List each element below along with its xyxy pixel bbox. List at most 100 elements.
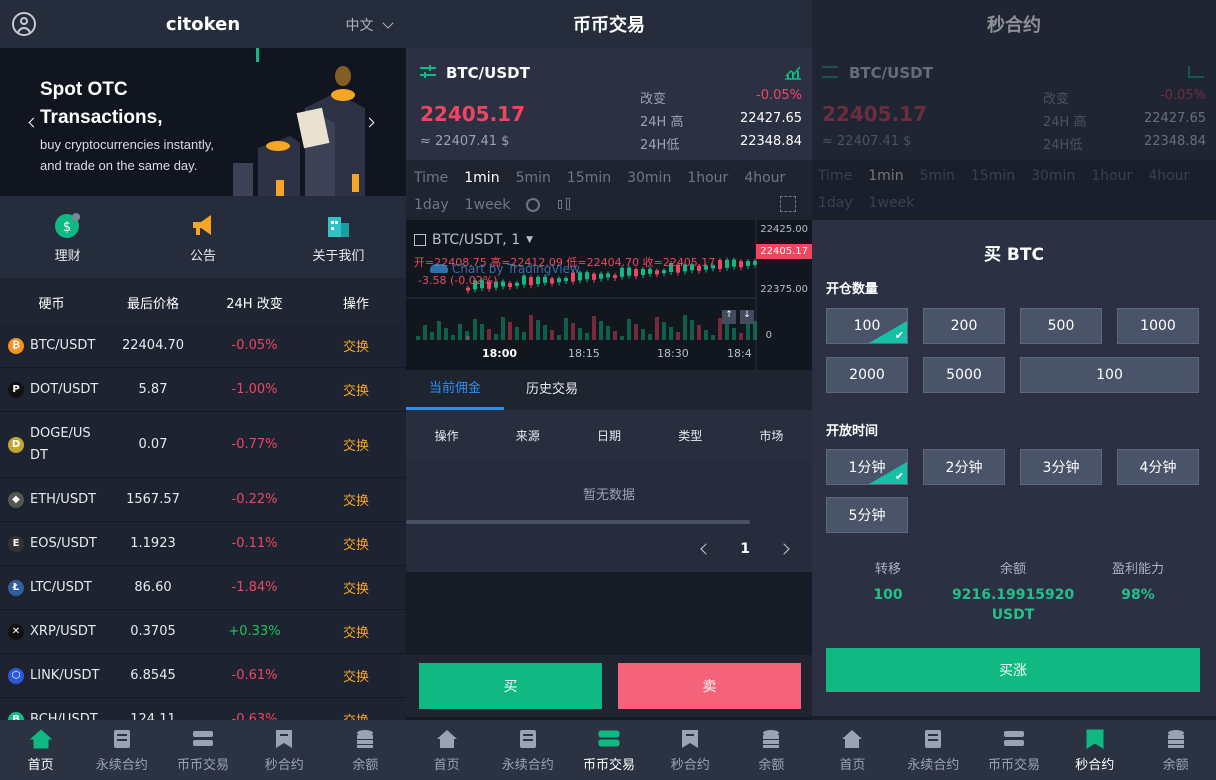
- nav-item-4[interactable]: 余额: [325, 720, 406, 780]
- table-row[interactable]: ◆ ETH/USDT 1567.57 -0.22% 交换: [0, 478, 406, 522]
- time-option[interactable]: 4分钟: [1117, 449, 1199, 485]
- tf-5min[interactable]: 5min: [516, 170, 551, 186]
- coin-pair: ETH/USDT: [30, 492, 97, 507]
- table-row[interactable]: Ł LTC/USDT 86.60 -1.84% 交换: [0, 566, 406, 610]
- next-page-icon[interactable]: [778, 543, 790, 555]
- nav-item-4[interactable]: 余额: [731, 720, 812, 780]
- tf-4hour[interactable]: 4hour: [744, 170, 785, 186]
- sliders-icon: [822, 66, 838, 78]
- tf-1hour[interactable]: 1hour: [687, 170, 728, 186]
- x-tick: 18:4: [727, 347, 752, 360]
- quantity-label: 开仓数量: [826, 282, 879, 297]
- table-row[interactable]: ⬡ LINK/USDT 6.8545 -0.61% 交换: [0, 654, 406, 698]
- nav-item-3[interactable]: 秒合约: [650, 720, 731, 780]
- promo-banner[interactable]: Spot OTC Transactions, buy cryptocurrenc…: [0, 48, 406, 196]
- trade-actions: 买 卖: [406, 655, 812, 717]
- coin-icon: Ł: [8, 579, 24, 596]
- swap-link[interactable]: 交换: [306, 534, 406, 553]
- home-panel: citoken 中文 Spot OTC Transactions, buy cr…: [0, 0, 406, 780]
- time-option[interactable]: 5分钟: [826, 497, 908, 533]
- nav-item-0[interactable]: 首页: [0, 720, 81, 780]
- tf-1week[interactable]: 1week: [465, 197, 511, 213]
- pair-title[interactable]: BTC/USDT: [446, 64, 530, 82]
- table-row[interactable]: E EOS/USDT 1.1923 -0.11% 交换: [0, 522, 406, 566]
- chart-symbol[interactable]: BTC/USDT, 1: [432, 232, 520, 248]
- tf-time[interactable]: Time: [414, 170, 448, 186]
- stat-balance: 余额 9216.19915920 USDT: [944, 558, 1082, 625]
- plus-icon[interactable]: [414, 234, 426, 246]
- nav-item-1[interactable]: 永续合约: [487, 720, 568, 780]
- scroll-up-icon[interactable]: ↑: [722, 310, 736, 324]
- coin-cell: ◆ ETH/USDT: [0, 491, 103, 508]
- nav-item-1[interactable]: 永续合约: [893, 720, 974, 780]
- nav-label: 余额: [758, 757, 785, 773]
- quantity-option[interactable]: 200: [923, 308, 1005, 344]
- check-icon: ✔: [894, 470, 904, 483]
- tab-current-orders[interactable]: 当前佣金: [406, 370, 504, 410]
- banner-subtitle: buy cryptocurrencies instantly, and trade…: [40, 134, 214, 176]
- sliders-icon[interactable]: [420, 65, 436, 79]
- swap-link[interactable]: 交换: [306, 380, 406, 399]
- nav-item-3[interactable]: 秒合约: [1054, 720, 1135, 780]
- coin-cell: ⬡ LINK/USDT: [0, 667, 103, 684]
- nav-item-2[interactable]: 币币交易: [974, 720, 1055, 780]
- candles-icon[interactable]: [556, 197, 572, 213]
- tf-1min[interactable]: 1min: [464, 170, 499, 186]
- user-icon[interactable]: [12, 12, 36, 36]
- nav-item-4[interactable]: 余额: [1135, 720, 1216, 780]
- swap-link[interactable]: 交换: [306, 622, 406, 641]
- quantity-option[interactable]: 100 ✔: [826, 308, 908, 344]
- horizontal-scrollbar[interactable]: [406, 520, 750, 524]
- buy-button[interactable]: 买: [419, 663, 602, 709]
- bottom-nav: 首页 永续合约 币币交易 秒合约 余额: [0, 720, 406, 780]
- time-option[interactable]: 3分钟: [1020, 449, 1102, 485]
- table-row[interactable]: ₿ BTC/USDT 22404.70 -0.05% 交换: [0, 324, 406, 368]
- modal-title: 买 BTC: [984, 245, 1044, 265]
- prev-page-icon[interactable]: [700, 543, 712, 555]
- quick-link-about[interactable]: 关于我们: [271, 196, 406, 278]
- high-value: 22427.65: [1143, 111, 1206, 126]
- swap-link[interactable]: 交换: [306, 490, 406, 509]
- tf-15min[interactable]: 15min: [567, 170, 611, 186]
- tf-1day[interactable]: 1day: [414, 197, 449, 213]
- nav-item-3[interactable]: 秒合约: [244, 720, 325, 780]
- time-option[interactable]: 1分钟 ✔: [826, 449, 908, 485]
- sell-button[interactable]: 卖: [618, 663, 801, 709]
- nav-item-0[interactable]: 首页: [812, 720, 893, 780]
- caret-down-icon[interactable]: ▼: [526, 235, 533, 245]
- fullscreen-icon[interactable]: [780, 196, 796, 212]
- chart-icon[interactable]: [784, 64, 802, 80]
- language-selector[interactable]: 中文: [346, 15, 394, 35]
- quantity-option[interactable]: 5000: [923, 357, 1005, 393]
- nav-item-0[interactable]: 首页: [406, 720, 487, 780]
- quantity-custom-input[interactable]: 100: [1020, 357, 1199, 393]
- time-option[interactable]: 2分钟: [923, 449, 1005, 485]
- nav-item-2[interactable]: 币币交易: [568, 720, 649, 780]
- swap-link[interactable]: 交换: [306, 578, 406, 597]
- swap-link[interactable]: 交换: [306, 336, 406, 355]
- tf-30min[interactable]: 30min: [627, 170, 671, 186]
- quantity-option[interactable]: 2000: [826, 357, 908, 393]
- quick-link-announcements[interactable]: 公告: [135, 196, 270, 278]
- quick-link-finance[interactable]: $ 理财: [0, 196, 135, 278]
- scroll-down-icon[interactable]: ↓: [740, 310, 754, 324]
- nav-item-1[interactable]: 永续合约: [81, 720, 162, 780]
- quick-links: $ 理财 公告 关于我们: [0, 196, 406, 278]
- quantity-option[interactable]: 500: [1020, 308, 1102, 344]
- change-value: -0.05%: [756, 88, 802, 103]
- candlestick-chart[interactable]: BTC/USDT, 1 ▼ 开=22408.75 高=22412.09 低=22…: [406, 220, 812, 370]
- page-number[interactable]: 1: [740, 541, 750, 557]
- table-row[interactable]: P DOT/USDT 5.87 -1.00% 交换: [0, 368, 406, 412]
- tab-history[interactable]: 历史交易: [504, 370, 600, 410]
- coin-cell: P DOT/USDT: [0, 381, 103, 398]
- table-row[interactable]: ✕ XRP/USDT 0.3705 +0.33% 交换: [0, 610, 406, 654]
- last-price: 22405.17: [822, 102, 928, 126]
- coin-pair: DOT/USDT: [30, 382, 99, 397]
- swap-link[interactable]: 交换: [306, 435, 406, 454]
- table-row[interactable]: D DOGE/USDT 0.07 -0.77% 交换: [0, 412, 406, 478]
- settings-icon[interactable]: [526, 198, 541, 212]
- swap-link[interactable]: 交换: [306, 666, 406, 685]
- nav-item-2[interactable]: 币币交易: [162, 720, 243, 780]
- quantity-option[interactable]: 1000: [1117, 308, 1199, 344]
- buy-up-button[interactable]: 买涨: [826, 648, 1200, 692]
